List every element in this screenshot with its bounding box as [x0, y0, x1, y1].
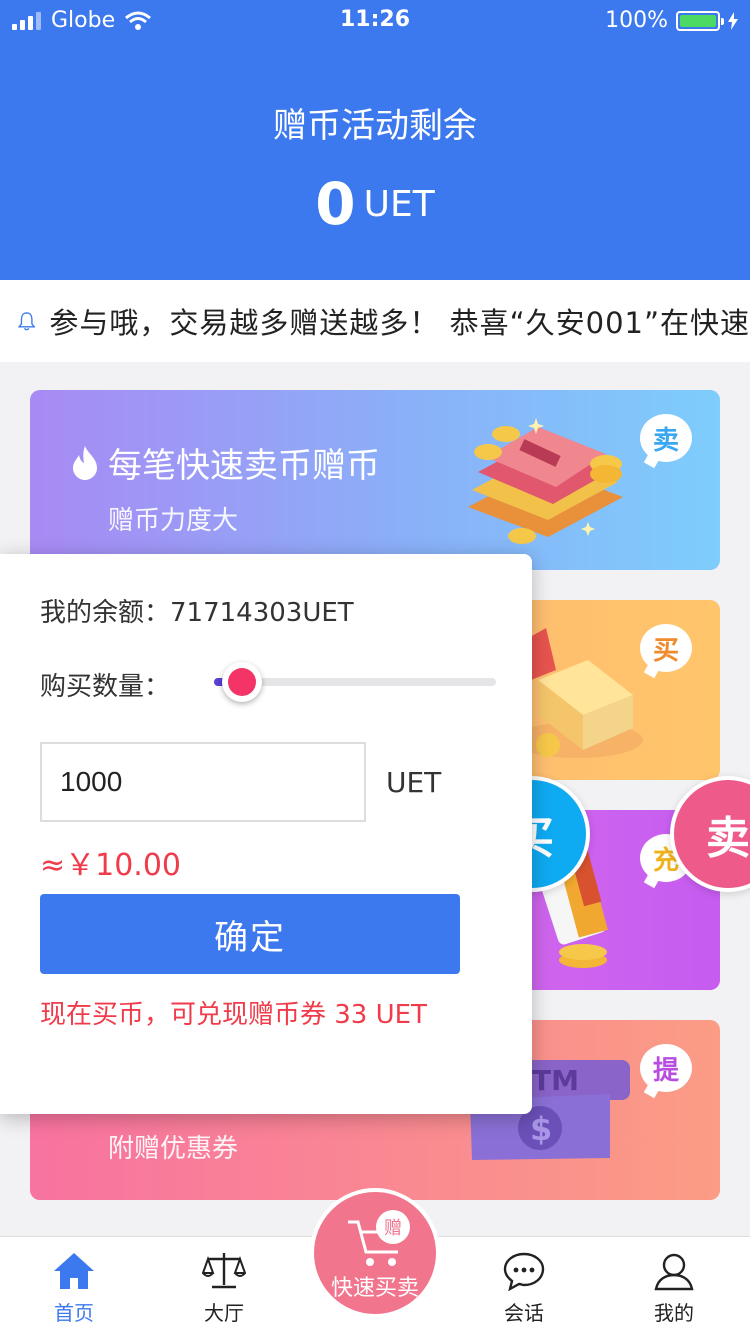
chat-icon [503, 1252, 545, 1291]
tab-label: 会话 [504, 1301, 544, 1325]
amount-input[interactable] [40, 742, 366, 822]
home-icon [54, 1253, 94, 1289]
amount-unit: UET [386, 766, 442, 799]
tab-label: 首页 [54, 1301, 94, 1325]
battery-icon [676, 10, 724, 31]
tab-home[interactable]: 首页 [24, 1251, 124, 1326]
quantity-label: 购买数量： [40, 672, 171, 702]
tab-mine[interactable]: 我的 [624, 1251, 724, 1326]
bell-icon [18, 312, 36, 331]
charging-icon [728, 11, 738, 30]
card-subtitle: 附赠优惠券 [108, 1134, 239, 1164]
remaining-amount: 0 UET [0, 170, 750, 238]
buy-tag: 买 [640, 624, 692, 672]
tab-label: 我的 [654, 1301, 694, 1325]
user-icon [654, 1253, 694, 1291]
svg-text:TM: TM [532, 1064, 579, 1097]
tab-hall[interactable]: 大厅 [174, 1251, 274, 1326]
scale-icon [202, 1253, 246, 1289]
sell-tag: 卖 [640, 414, 692, 462]
quick-trade-label: 快速买卖 [330, 1276, 419, 1301]
money-stack-illustration [468, 418, 623, 544]
remaining-unit: UET [363, 183, 435, 225]
svg-text:$: $ [530, 1110, 552, 1148]
card-subtitle: 赠币力度大 [108, 506, 239, 536]
slider-thumb[interactable] [222, 662, 263, 702]
quick-trade-button[interactable]: 赠 快速买卖 [310, 1188, 440, 1318]
promo-text: 现在买币，可兑现赠币券 33 UET [40, 1000, 427, 1030]
withdraw-tag: 提 [640, 1044, 692, 1092]
gift-badge: 赠 [376, 1210, 410, 1244]
buy-panel: 我的余额：71714303UET 购买数量： UET ≈￥10.00 确定 现在… [0, 554, 532, 1114]
quantity-slider[interactable] [214, 662, 496, 702]
card-title-text: 每笔快速卖币赠币 [108, 446, 380, 486]
card-quick-sell[interactable]: 每笔快速卖币赠币 赠币力度大 卖 [30, 390, 720, 570]
flame-icon [73, 445, 97, 480]
battery-percent: 100% [605, 8, 668, 33]
notice-bar[interactable]: 参与哦，交易越多赠送越多！ 恭喜“久安001”在快速 [0, 280, 750, 362]
tab-chat[interactable]: 会话 [474, 1251, 574, 1326]
status-bar: Globe 11:26 100% [0, 0, 750, 40]
card-title: 每笔快速卖币赠币 [70, 438, 380, 487]
page-title: 赠币活动剩余 [273, 106, 477, 146]
header: Globe 11:26 100% 赠币活动剩余 0 UET [0, 0, 750, 280]
remaining-value: 0 [315, 170, 356, 238]
balance-label: 我的余额：71714303UET [40, 598, 354, 628]
tab-label: 大厅 [204, 1301, 244, 1325]
notice-text: 参与哦，交易越多赠送越多！ 恭喜“久安001”在快速 [49, 306, 750, 340]
approx-price: ≈￥10.00 [40, 848, 182, 883]
confirm-button[interactable]: 确定 [40, 894, 460, 974]
